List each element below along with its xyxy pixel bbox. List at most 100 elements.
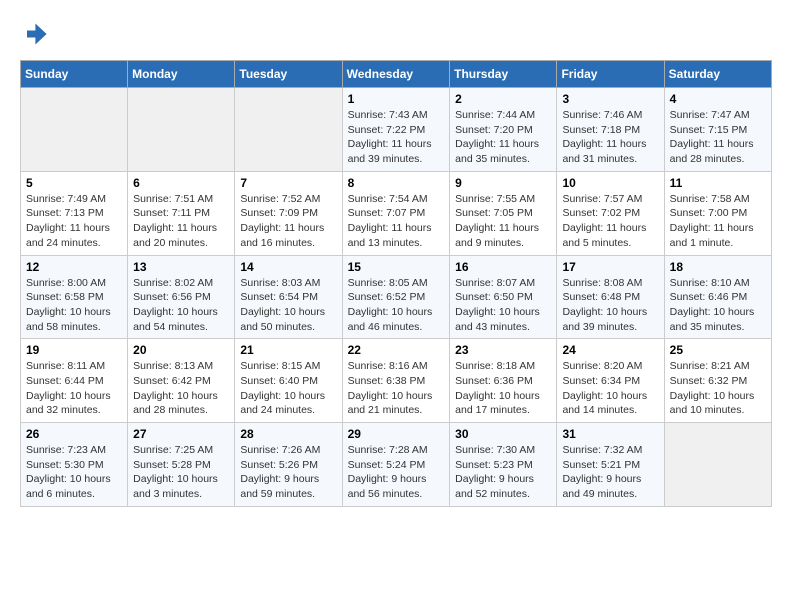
day-number: 15: [348, 260, 445, 274]
calendar-cell: 5 Sunrise: 7:49 AM Sunset: 7:13 PM Daylig…: [21, 171, 128, 255]
day-info: Sunrise: 8:10 AM Sunset: 6:46 PM Dayligh…: [670, 276, 766, 335]
day-info: Sunrise: 8:03 AM Sunset: 6:54 PM Dayligh…: [240, 276, 336, 335]
day-number: 19: [26, 343, 122, 357]
day-number: 22: [348, 343, 445, 357]
calendar-cell: 28 Sunrise: 7:26 AM Sunset: 5:26 PM Dayli…: [235, 423, 342, 507]
day-info: Sunrise: 7:52 AM Sunset: 7:09 PM Dayligh…: [240, 192, 336, 251]
calendar-cell: 18 Sunrise: 8:10 AM Sunset: 6:46 PM Dayli…: [664, 255, 771, 339]
day-number: 11: [670, 176, 766, 190]
calendar-cell: [21, 88, 128, 172]
calendar-cell: 25 Sunrise: 8:21 AM Sunset: 6:32 PM Dayli…: [664, 339, 771, 423]
day-number: 31: [562, 427, 658, 441]
day-number: 13: [133, 260, 229, 274]
day-info: Sunrise: 8:13 AM Sunset: 6:42 PM Dayligh…: [133, 359, 229, 418]
calendar-cell: 6 Sunrise: 7:51 AM Sunset: 7:11 PM Daylig…: [128, 171, 235, 255]
day-info: Sunrise: 8:00 AM Sunset: 6:58 PM Dayligh…: [26, 276, 122, 335]
day-info: Sunrise: 8:07 AM Sunset: 6:50 PM Dayligh…: [455, 276, 551, 335]
calendar-cell: 13 Sunrise: 8:02 AM Sunset: 6:56 PM Dayli…: [128, 255, 235, 339]
day-of-week-header: Tuesday: [235, 61, 342, 88]
calendar-cell: 10 Sunrise: 7:57 AM Sunset: 7:02 PM Dayli…: [557, 171, 664, 255]
day-info: Sunrise: 7:57 AM Sunset: 7:02 PM Dayligh…: [562, 192, 658, 251]
day-number: 30: [455, 427, 551, 441]
day-number: 2: [455, 92, 551, 106]
calendar-cell: 2Sunrise: 7:44 AM Sunset: 7:20 PM Daylig…: [450, 88, 557, 172]
calendar-week-row: 19 Sunrise: 8:11 AM Sunset: 6:44 PM Dayli…: [21, 339, 772, 423]
calendar-cell: 11 Sunrise: 7:58 AM Sunset: 7:00 PM Dayli…: [664, 171, 771, 255]
calendar-cell: 7 Sunrise: 7:52 AM Sunset: 7:09 PM Daylig…: [235, 171, 342, 255]
calendar-cell: 27 Sunrise: 7:25 AM Sunset: 5:28 PM Dayli…: [128, 423, 235, 507]
calendar-cell: 9Sunrise: 7:55 AM Sunset: 7:05 PM Daylig…: [450, 171, 557, 255]
day-info: Sunrise: 7:49 AM Sunset: 7:13 PM Dayligh…: [26, 192, 122, 251]
day-info: Sunrise: 8:20 AM Sunset: 6:34 PM Dayligh…: [562, 359, 658, 418]
logo-icon: [20, 20, 48, 48]
calendar-week-row: 12 Sunrise: 8:00 AM Sunset: 6:58 PM Dayli…: [21, 255, 772, 339]
day-number: 18: [670, 260, 766, 274]
day-info: Sunrise: 7:47 AM Sunset: 7:15 PM Dayligh…: [670, 108, 766, 167]
calendar-cell: [128, 88, 235, 172]
calendar-cell: 22 Sunrise: 8:16 AM Sunset: 6:38 PM Dayli…: [342, 339, 450, 423]
day-info: Sunrise: 8:18 AM Sunset: 6:36 PM Dayligh…: [455, 359, 551, 418]
calendar-cell: 24Sunrise: 8:20 AM Sunset: 6:34 PM Dayli…: [557, 339, 664, 423]
calendar-cell: 19 Sunrise: 8:11 AM Sunset: 6:44 PM Dayli…: [21, 339, 128, 423]
day-info: Sunrise: 7:46 AM Sunset: 7:18 PM Dayligh…: [562, 108, 658, 167]
day-of-week-header: Wednesday: [342, 61, 450, 88]
calendar-cell: 15Sunrise: 8:05 AM Sunset: 6:52 PM Dayli…: [342, 255, 450, 339]
day-number: 25: [670, 343, 766, 357]
day-info: Sunrise: 8:21 AM Sunset: 6:32 PM Dayligh…: [670, 359, 766, 418]
day-number: 4: [670, 92, 766, 106]
day-number: 26: [26, 427, 122, 441]
logo: [20, 20, 52, 48]
day-info: Sunrise: 7:28 AM Sunset: 5:24 PM Dayligh…: [348, 443, 445, 502]
day-number: 29: [348, 427, 445, 441]
day-info: Sunrise: 7:51 AM Sunset: 7:11 PM Dayligh…: [133, 192, 229, 251]
calendar-header-row: SundayMondayTuesdayWednesdayThursdayFrid…: [21, 61, 772, 88]
day-number: 21: [240, 343, 336, 357]
calendar-cell: 1 Sunrise: 7:43 AM Sunset: 7:22 PM Daylig…: [342, 88, 450, 172]
day-of-week-header: Sunday: [21, 61, 128, 88]
calendar-cell: 4 Sunrise: 7:47 AM Sunset: 7:15 PM Daylig…: [664, 88, 771, 172]
day-number: 27: [133, 427, 229, 441]
day-of-week-header: Monday: [128, 61, 235, 88]
day-number: 9: [455, 176, 551, 190]
day-info: Sunrise: 7:58 AM Sunset: 7:00 PM Dayligh…: [670, 192, 766, 251]
day-info: Sunrise: 8:02 AM Sunset: 6:56 PM Dayligh…: [133, 276, 229, 335]
calendar-week-row: 26Sunrise: 7:23 AM Sunset: 5:30 PM Dayli…: [21, 423, 772, 507]
day-info: Sunrise: 7:25 AM Sunset: 5:28 PM Dayligh…: [133, 443, 229, 502]
calendar-cell: 23 Sunrise: 8:18 AM Sunset: 6:36 PM Dayli…: [450, 339, 557, 423]
day-number: 10: [562, 176, 658, 190]
calendar-table: SundayMondayTuesdayWednesdayThursdayFrid…: [20, 60, 772, 507]
day-info: Sunrise: 7:32 AM Sunset: 5:21 PM Dayligh…: [562, 443, 658, 502]
page-header: [20, 20, 772, 48]
calendar-week-row: 1 Sunrise: 7:43 AM Sunset: 7:22 PM Daylig…: [21, 88, 772, 172]
day-info: Sunrise: 7:43 AM Sunset: 7:22 PM Dayligh…: [348, 108, 445, 167]
day-info: Sunrise: 8:16 AM Sunset: 6:38 PM Dayligh…: [348, 359, 445, 418]
day-number: 8: [348, 176, 445, 190]
day-of-week-header: Thursday: [450, 61, 557, 88]
day-number: 5: [26, 176, 122, 190]
calendar-cell: 14 Sunrise: 8:03 AM Sunset: 6:54 PM Dayli…: [235, 255, 342, 339]
day-info: Sunrise: 8:15 AM Sunset: 6:40 PM Dayligh…: [240, 359, 336, 418]
calendar-cell: 16Sunrise: 8:07 AM Sunset: 6:50 PM Dayli…: [450, 255, 557, 339]
day-info: Sunrise: 7:54 AM Sunset: 7:07 PM Dayligh…: [348, 192, 445, 251]
day-number: 6: [133, 176, 229, 190]
calendar-cell: 8 Sunrise: 7:54 AM Sunset: 7:07 PM Daylig…: [342, 171, 450, 255]
day-number: 28: [240, 427, 336, 441]
calendar-cell: 30Sunrise: 7:30 AM Sunset: 5:23 PM Dayli…: [450, 423, 557, 507]
day-number: 20: [133, 343, 229, 357]
day-info: Sunrise: 8:08 AM Sunset: 6:48 PM Dayligh…: [562, 276, 658, 335]
day-number: 3: [562, 92, 658, 106]
calendar-cell: 3 Sunrise: 7:46 AM Sunset: 7:18 PM Daylig…: [557, 88, 664, 172]
day-number: 23: [455, 343, 551, 357]
day-number: 14: [240, 260, 336, 274]
calendar-cell: 31 Sunrise: 7:32 AM Sunset: 5:21 PM Dayli…: [557, 423, 664, 507]
day-number: 12: [26, 260, 122, 274]
calendar-cell: [235, 88, 342, 172]
calendar-cell: 29 Sunrise: 7:28 AM Sunset: 5:24 PM Dayli…: [342, 423, 450, 507]
day-info: Sunrise: 8:11 AM Sunset: 6:44 PM Dayligh…: [26, 359, 122, 418]
day-of-week-header: Friday: [557, 61, 664, 88]
day-number: 7: [240, 176, 336, 190]
day-number: 17: [562, 260, 658, 274]
day-info: Sunrise: 7:26 AM Sunset: 5:26 PM Dayligh…: [240, 443, 336, 502]
day-number: 1: [348, 92, 445, 106]
calendar-cell: 20 Sunrise: 8:13 AM Sunset: 6:42 PM Dayli…: [128, 339, 235, 423]
